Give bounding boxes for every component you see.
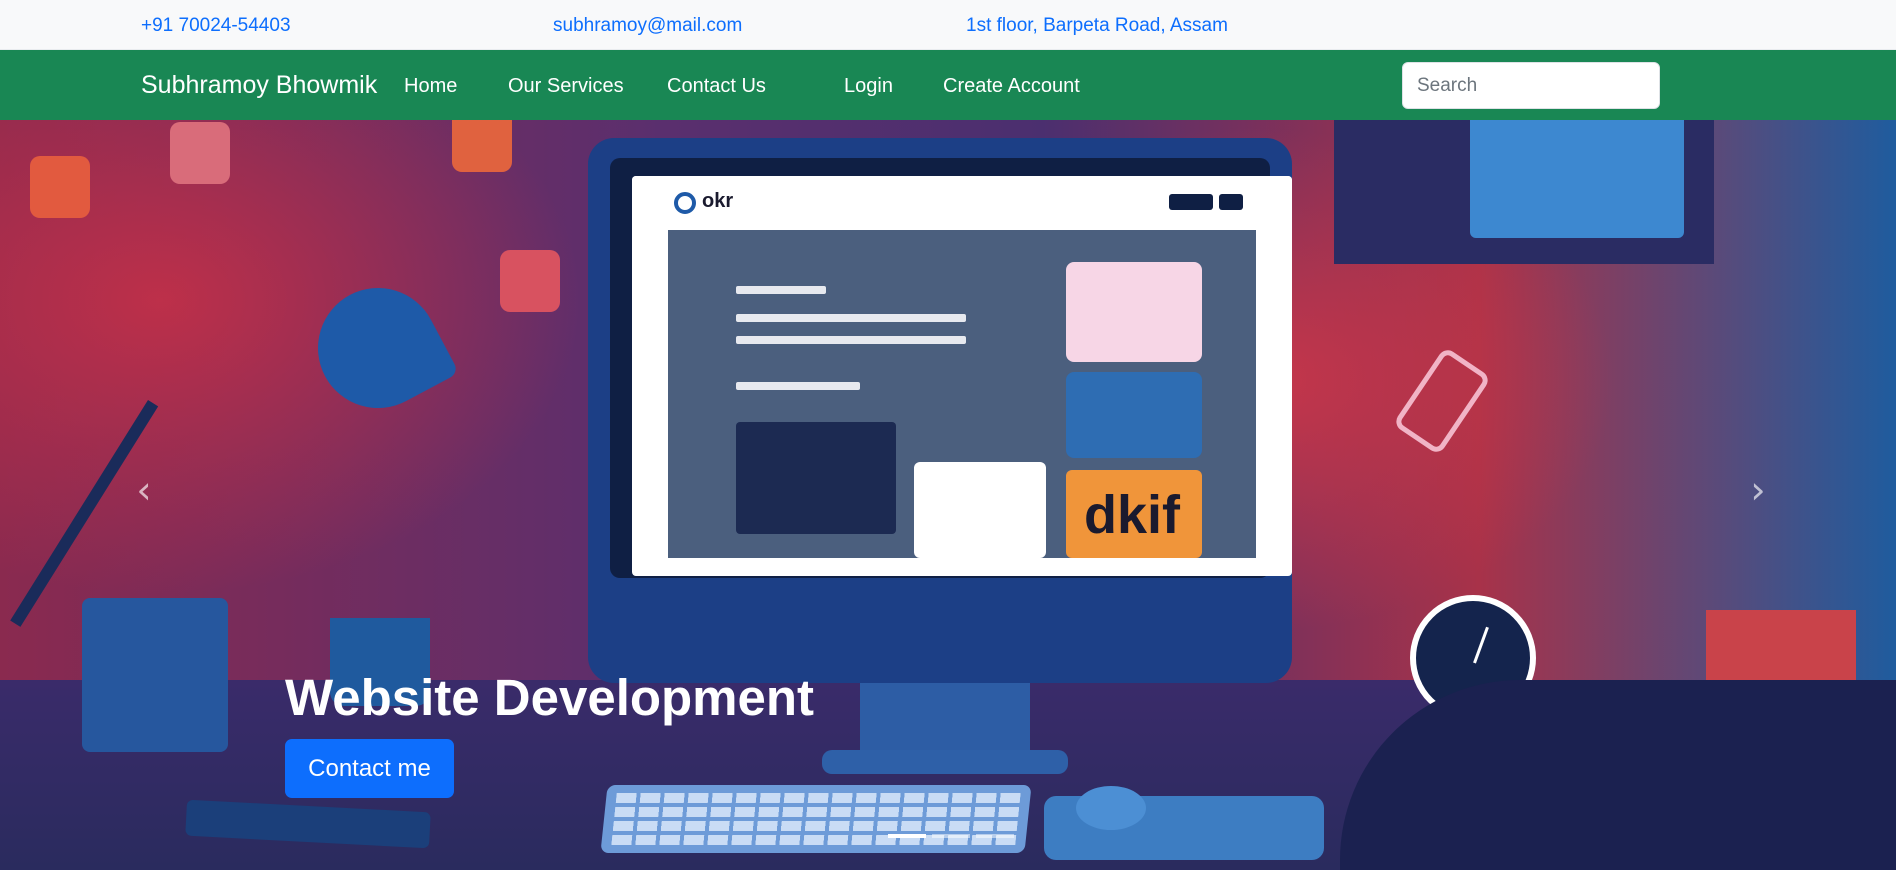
screen-text-line — [736, 336, 966, 344]
slide-title: Website Development — [285, 669, 815, 726]
monitor-stand — [860, 683, 1030, 755]
monitor-base — [822, 750, 1068, 774]
monitor-screen: okr dkif — [632, 176, 1292, 576]
chevron-left-icon: ‹ — [136, 468, 152, 512]
top-contact-bar: +91 70024-54403 subhramoy@mail.com 1st f… — [0, 0, 1896, 50]
carousel-indicators — [888, 834, 1018, 838]
contact-me-button[interactable]: Contact me — [285, 739, 454, 798]
screen-content: dkif — [668, 230, 1256, 558]
screen-logo-icon — [674, 192, 696, 214]
nav-link-home[interactable]: Home — [404, 74, 457, 98]
nav-link-contact-us[interactable]: Contact Us — [667, 74, 766, 98]
carousel-next-button[interactable]: › — [1738, 470, 1778, 510]
chevron-right-icon: › — [1750, 468, 1766, 512]
search-input[interactable] — [1402, 62, 1660, 109]
screen-text-line — [736, 286, 826, 294]
nav-link-create-account[interactable]: Create Account — [943, 74, 1080, 98]
key-row — [614, 807, 1020, 817]
keyboard-illustration — [600, 785, 1032, 853]
screen-card — [1066, 372, 1202, 458]
app-icon-illustration — [30, 156, 90, 218]
pencil-holder-illustration — [82, 598, 228, 752]
screen-button — [1169, 194, 1213, 210]
carousel-indicator-3[interactable] — [976, 834, 1014, 838]
key-row — [615, 793, 1021, 803]
hero-carousel: okr dkif ‹ › Website Development Contact… — [0, 120, 1896, 870]
carousel-indicator-2[interactable] — [932, 834, 970, 838]
nav-link-login[interactable]: Login — [844, 74, 893, 98]
wall-checklist-illustration — [1470, 120, 1684, 238]
screen-card — [1066, 262, 1202, 362]
app-icon-illustration — [500, 250, 560, 312]
screen-chart-illustration — [736, 422, 896, 534]
office-address: 1st floor, Barpeta Road, Assam — [966, 15, 1228, 36]
app-icon-illustration — [452, 120, 512, 172]
monitor-bezel: okr dkif — [610, 158, 1292, 578]
screen-text-line — [736, 382, 860, 390]
lamp-arm-illustration — [10, 400, 159, 627]
app-icon-illustration — [170, 122, 230, 184]
screen-text-line — [736, 314, 966, 322]
screen-text-card — [914, 462, 1046, 558]
nav-link-our-services[interactable]: Our Services — [508, 74, 624, 98]
email-address: subhramoy@mail.com — [553, 15, 743, 36]
phone-number: +91 70024-54403 — [141, 15, 291, 36]
screen-navbar: okr — [632, 176, 1292, 230]
chair-illustration — [1340, 680, 1896, 870]
carousel-prev-button[interactable]: ‹ — [124, 470, 164, 510]
lamp-shade-illustration — [296, 266, 460, 430]
key-row — [612, 821, 1018, 831]
monitor-illustration: okr dkif — [588, 138, 1292, 683]
carousel-indicator-1[interactable] — [888, 834, 926, 838]
screen-card: dkif — [1066, 470, 1202, 558]
mouse-illustration — [1076, 786, 1146, 830]
main-navbar: Subhramoy Bhowmik Home Our Services Cont… — [0, 50, 1896, 120]
carousel-caption: Website Development Contact me — [285, 668, 815, 798]
brand-name[interactable]: Subhramoy Bhowmik — [141, 71, 377, 99]
phone-illustration — [1392, 346, 1492, 456]
screen-logo-text: okr — [702, 190, 734, 212]
screen-card-text: dkif — [1084, 485, 1181, 545]
screen-button — [1219, 194, 1243, 210]
